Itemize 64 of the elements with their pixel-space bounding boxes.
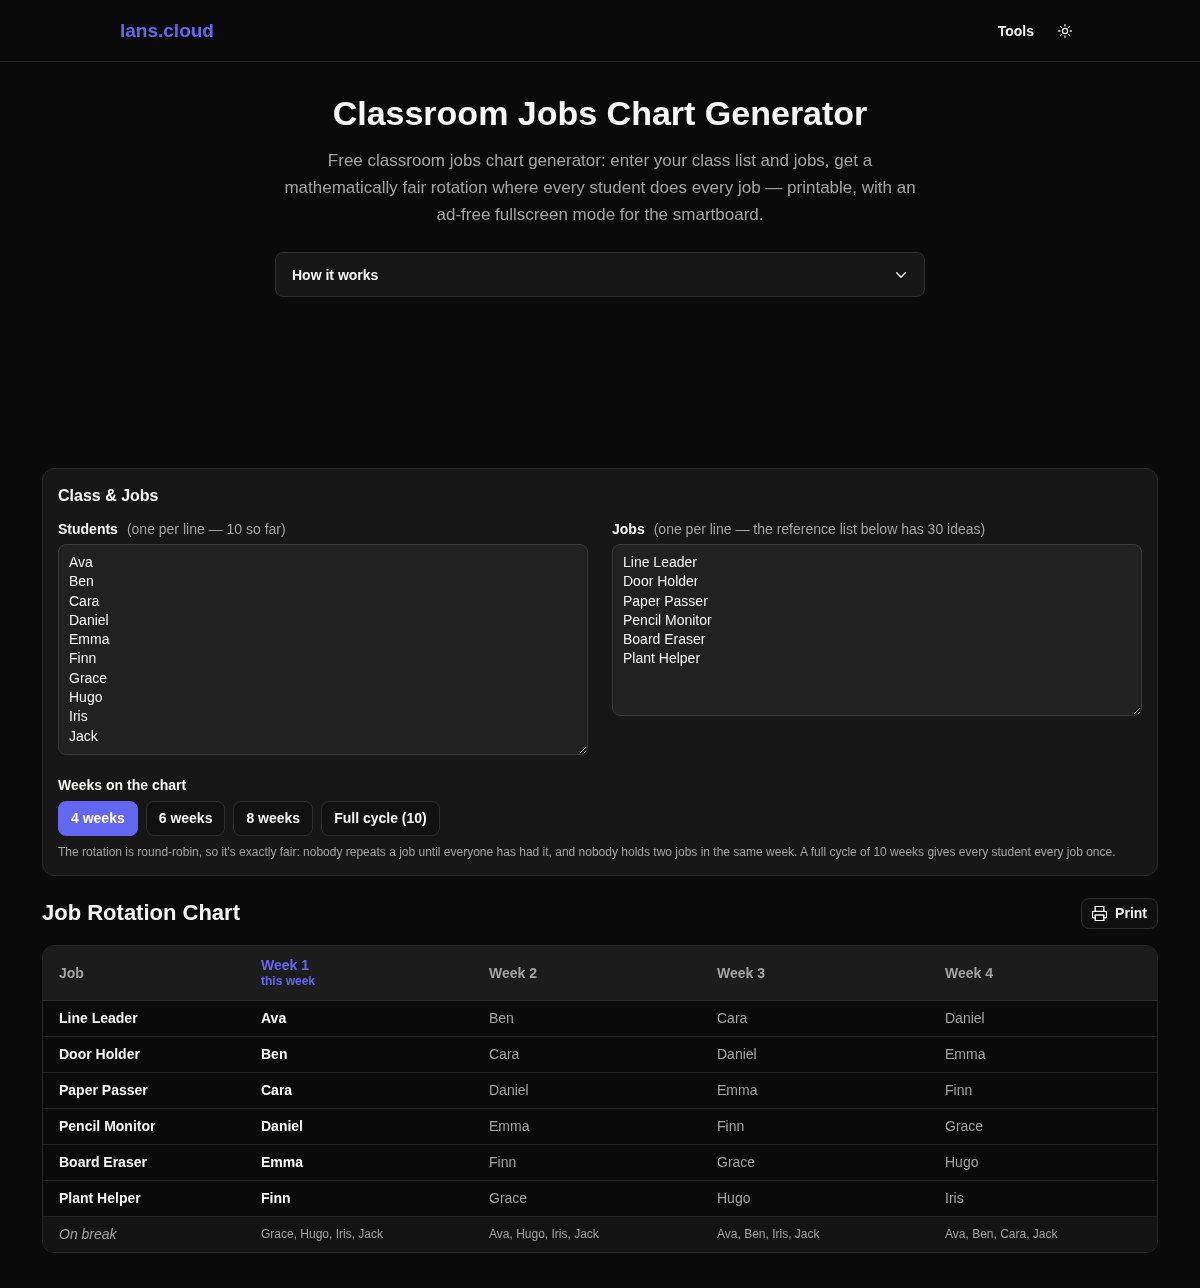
field-hint: (one per line — the reference list below has 30 ideas) [653,520,986,538]
page-description: Free classroom jobs chart generator: enter your class list and jobs, get a mathematically fair rotation where every student does every job — printable, with an ad-free fullscreen mode for the smartboard. [283,150,917,226]
table-cell: Emma [701,1072,929,1109]
table-cell: Ava, Ben, Cara, Jack [929,1216,1157,1252]
table-cell: Daniel [929,1000,1157,1037]
sun-icon [1058,23,1072,38]
table-cell: Daniel [701,1036,929,1073]
table-cell: Ben [473,1000,701,1037]
table-cell: Finn [701,1108,929,1145]
table-cell: Finn [473,1144,701,1181]
field-label: Jobs [612,520,645,538]
column-header: Week 3 [717,963,766,982]
table-cell: Pencil Monitor [43,1108,245,1145]
table-cell: Grace [473,1180,701,1217]
students-textarea[interactable]: Ava Ben Cara Daniel Emma Finn Grace Hugo Iris Jack [58,544,588,755]
table-cell: Cara [245,1072,473,1109]
table-cell: Ava, Ben, Iris, Jack [701,1216,929,1252]
table-cell: Grace, Hugo, Iris, Jack [245,1216,473,1252]
site-logo-link[interactable]: lans.cloud [120,19,214,42]
page-title: Classroom Jobs Chart Generator [331,93,869,134]
table-cell: Board Eraser [43,1144,245,1181]
table-cell: Hugo [929,1144,1157,1181]
table-cell: Paper Passer [43,1072,245,1109]
table-cell: Ben [245,1036,473,1073]
table-cell: Emma [929,1036,1157,1073]
week-option-button[interactable]: 6 weeks [145,800,226,836]
week-option-button[interactable]: Full cycle (10) [321,800,440,836]
table-cell: Daniel [245,1108,473,1145]
table-cell: Emma [473,1108,701,1145]
table-cell: Grace [929,1108,1157,1145]
table-cell: Hugo [701,1180,929,1217]
week-option-button[interactable]: 4 weeks [58,800,138,836]
table-cell: Ava [245,1000,473,1037]
column-subheader: this week [261,974,317,990]
column-header: Week 4 [945,963,994,982]
table-cell: Daniel [473,1072,701,1109]
week-option-button[interactable]: 8 weeks [233,800,314,836]
table-cell: Iris [929,1180,1157,1217]
how-it-works-toggle[interactable]: How it works [275,252,925,297]
field-label: Weeks on the chart [58,775,188,794]
column-header: Week 2 [489,963,538,982]
table-cell: Ava, Hugo, Iris, Jack [473,1216,701,1252]
section-heading: Job Rotation Chart [42,899,240,928]
nav-link[interactable]: Tools [997,22,1034,39]
table-cell: On break [43,1216,245,1252]
field-hint: (one per line — 10 so far) [126,520,286,538]
help-text: The rotation is round-robin, so it's exactly fair: nobody repeats a job until everyone has had it, and nobody holds two jobs in the same week. A full cycle of 10 weeks gives every student every job once. [58,843,1117,860]
table-cell: Cara [701,1000,929,1037]
table-cell: Cara [473,1036,701,1073]
table-cell: Grace [701,1144,929,1181]
field-label: Students [58,520,118,538]
jobs-textarea[interactable]: Line Leader Door Holder Paper Passer Pencil Monitor Board Eraser Plant Helper [612,544,1142,717]
table-cell: Emma [245,1144,473,1181]
column-header: Job [59,963,85,982]
table-cell: Finn [929,1072,1157,1109]
table-cell: Line Leader [43,1000,245,1037]
table-cell: Plant Helper [43,1180,245,1217]
section-title: Class & Jobs [58,486,160,506]
column-header: Week 1 [261,956,310,975]
chevron-down-icon [896,271,906,278]
table-cell: Door Holder [43,1036,245,1073]
table-cell: Finn [245,1180,473,1217]
printer-icon [1092,905,1108,921]
print-button[interactable]: Print [1081,897,1158,929]
